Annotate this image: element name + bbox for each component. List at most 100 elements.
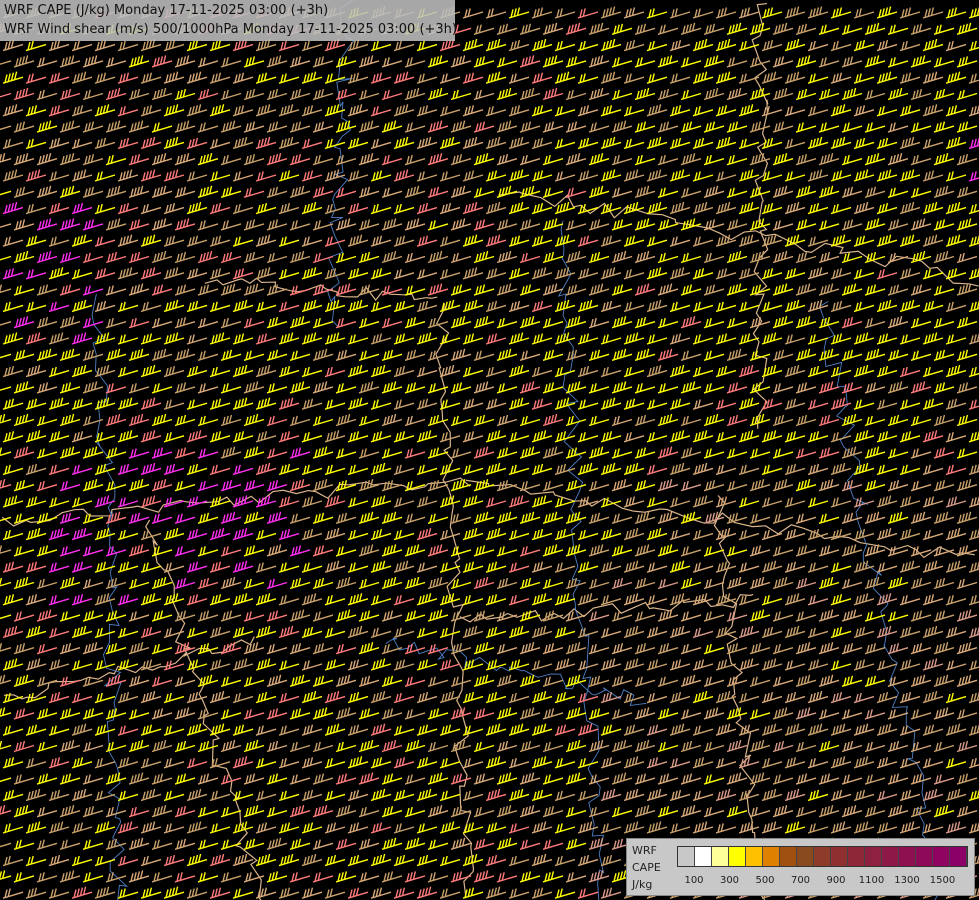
- wind-barb: [220, 610, 242, 622]
- wind-barb: [289, 121, 311, 133]
- wind-barb: [508, 397, 530, 410]
- wind-barb: [335, 218, 357, 231]
- wind-barb: [485, 300, 507, 313]
- wind-barb: [795, 806, 817, 818]
- wind-barb: [0, 842, 12, 848]
- wind-barb: [657, 544, 679, 557]
- wind-barb: [289, 774, 311, 785]
- wind-barb: [278, 528, 300, 541]
- wind-barb: [646, 497, 668, 508]
- wind-barb: [818, 740, 840, 753]
- wind-barb: [48, 691, 70, 704]
- wind-barb: [761, 560, 783, 573]
- wind-barb: [266, 806, 288, 818]
- wind-barb: [393, 203, 415, 215]
- wind-barb: [358, 511, 380, 524]
- wind-barb: [531, 105, 553, 117]
- wind-barb: [186, 463, 208, 476]
- wind-barb: [13, 839, 35, 850]
- wind-barb: [945, 496, 967, 508]
- wind-barb: [611, 348, 633, 361]
- wind-barb: [197, 610, 219, 622]
- wind-barb: [404, 643, 426, 655]
- wind-barb: [197, 350, 219, 361]
- wind-barb: [910, 381, 932, 394]
- wind-barb: [795, 348, 817, 361]
- wind-barb: [48, 431, 70, 443]
- wind-barb: [715, 527, 737, 541]
- wind-barb: [692, 725, 714, 736]
- wind-barb: [577, 137, 599, 150]
- wind-barb: [795, 316, 817, 329]
- wind-barb: [404, 252, 426, 264]
- wind-barb: [772, 643, 794, 655]
- wind-barb: [830, 72, 852, 84]
- wind-barb: [922, 658, 944, 671]
- wind-barb: [289, 674, 311, 687]
- wind-barb: [0, 255, 12, 261]
- wind-barb: [703, 741, 725, 753]
- wind-barb: [876, 169, 898, 182]
- wind-barb: [680, 121, 702, 133]
- wind-barb: [554, 724, 576, 736]
- wind-barb: [82, 121, 104, 133]
- wind-barb: [772, 479, 794, 492]
- wind-barb: [393, 887, 415, 899]
- wind-barb: [577, 432, 599, 443]
- wind-barb: [749, 448, 771, 459]
- wind-barb: [749, 513, 771, 524]
- wind-barb: [36, 643, 58, 655]
- wind-barb: [94, 855, 116, 867]
- wind-barb: [853, 364, 875, 378]
- wind-barb: [117, 267, 139, 280]
- wind-barb: [669, 301, 691, 313]
- wind-barb: [646, 399, 668, 410]
- wind-barb: [220, 546, 242, 557]
- wind-barb: [232, 397, 254, 410]
- wind-barb: [956, 121, 978, 133]
- wind-barb: [565, 187, 587, 198]
- wind-barb: [519, 23, 541, 35]
- wind-barb: [140, 690, 162, 704]
- wind-barb: [830, 691, 852, 704]
- wind-barb: [473, 642, 495, 655]
- wind-barb: [646, 136, 668, 150]
- wind-barb: [669, 691, 691, 704]
- wind-barb: [508, 855, 530, 867]
- wind-barb: [393, 560, 415, 573]
- wind-barb: [232, 593, 254, 606]
- wind-barb: [416, 659, 438, 671]
- wind-barb: [439, 724, 461, 736]
- wind-barb: [0, 153, 12, 163]
- wind-barb: [174, 806, 196, 818]
- wind-barb: [25, 855, 47, 867]
- wind-barb: [117, 561, 139, 573]
- wind-barb: [209, 723, 231, 736]
- wind-barb: [726, 382, 748, 394]
- wind-barb: [634, 23, 656, 35]
- wind-barb: [462, 299, 484, 313]
- wind-barb: [232, 364, 254, 378]
- wind-barb: [933, 250, 955, 264]
- wind-barb: [887, 57, 909, 68]
- wind-barb: [899, 366, 921, 378]
- wind-barb: [358, 642, 380, 655]
- wind-barb: [508, 364, 530, 378]
- wind-barb: [830, 626, 852, 639]
- wind-barb: [841, 122, 863, 133]
- wind-barb: [680, 577, 702, 590]
- wind-barb: [393, 789, 415, 802]
- wind-barb: [956, 773, 978, 785]
- wind-barb: [335, 120, 357, 133]
- wind-barb: [186, 887, 208, 899]
- wind-barb: [680, 57, 702, 68]
- wind-barb: [968, 724, 979, 736]
- wind-barb: [151, 153, 173, 166]
- wind-barb: [278, 40, 300, 52]
- wind-barb: [82, 741, 104, 753]
- wind-barb: [163, 104, 185, 117]
- wind-barb: [358, 708, 380, 720]
- wind-barb: [404, 122, 426, 133]
- wind-barb: [784, 106, 806, 117]
- wind-barb: [841, 186, 863, 198]
